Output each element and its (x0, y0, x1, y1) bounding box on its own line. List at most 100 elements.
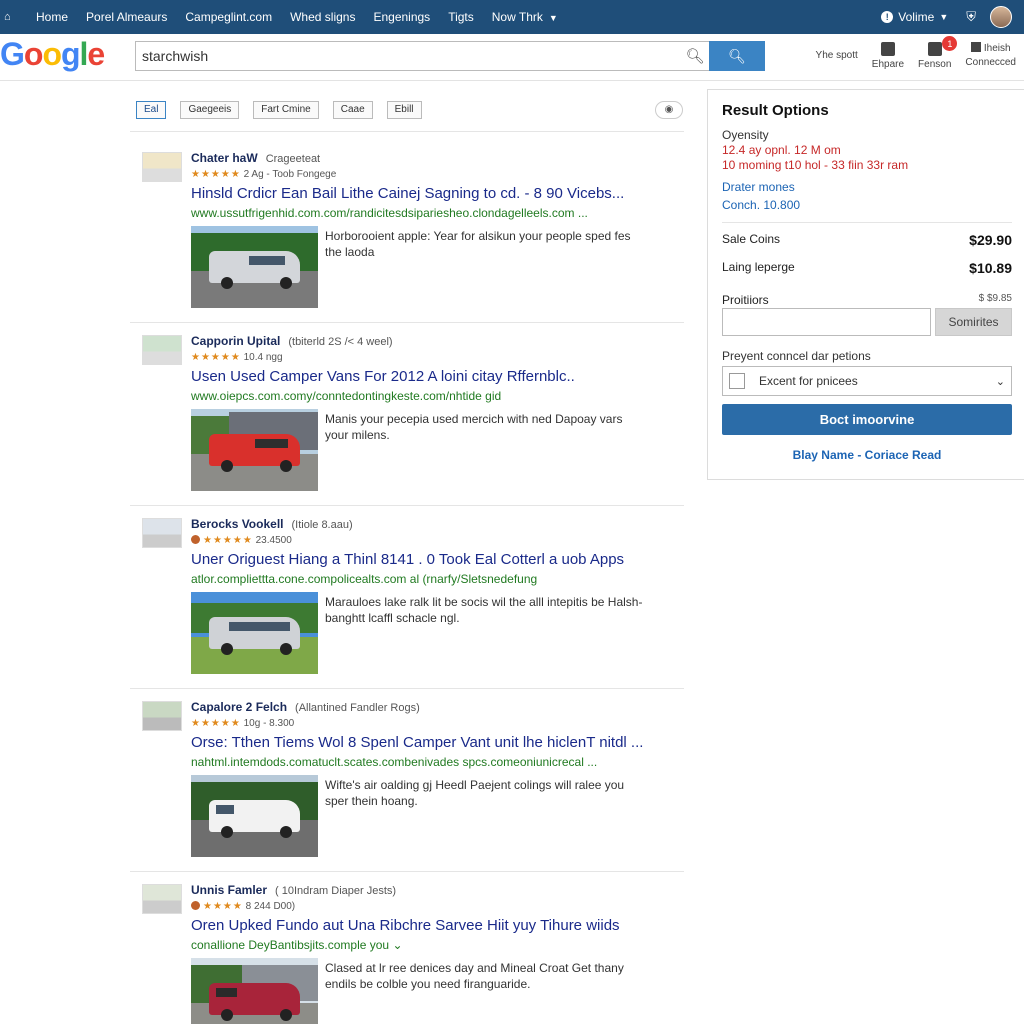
result-photo[interactable] (191, 775, 318, 857)
logo[interactable]: Google (0, 36, 105, 73)
chip-4[interactable]: Caae (332, 101, 373, 119)
result-options-panel: Result Options Oyensity 12.4 ay opnl. 12… (707, 89, 1024, 480)
chips-divider (130, 131, 684, 132)
rating-text: 10g - 8.300 (243, 718, 295, 729)
result-photo[interactable] (191, 226, 318, 308)
volume-label: Volime (898, 10, 935, 24)
result-rating: ★★★★★ 23.4500 (191, 535, 292, 546)
result-snippet: Marauloes lake ralk lit be socis wil the… (325, 595, 643, 625)
options-select[interactable]: Excent for pnicees ⌄ (722, 366, 1012, 396)
logo-letter: o (42, 36, 62, 72)
result-snippet: Wifte's air oalding gj Heedl Paejent col… (325, 778, 625, 808)
source-name: Unnis Famler (191, 883, 268, 897)
tool-top-text: Iheish (983, 43, 1011, 54)
logo-letter: G (0, 36, 25, 72)
nav-item-3[interactable]: Campeglint.com (185, 10, 272, 24)
result-url[interactable]: conallione DeyBantibsjits.comple you ⌄ (191, 938, 403, 952)
search-box: 🔍︎ (135, 41, 710, 71)
bookmark-icon (880, 42, 895, 56)
chip-3[interactable]: Fart Cmine (253, 101, 319, 119)
result-title-link[interactable]: Usen Used Camper Vans For 2012 A loini c… (191, 368, 575, 385)
result-thumbnail[interactable] (142, 335, 182, 365)
nav-item-home[interactable]: Home (36, 10, 68, 24)
tool-spot[interactable]: Yhe spott (816, 50, 858, 61)
star-rating: ★★★★★ (191, 718, 241, 729)
result-url[interactable]: www.ussutfrigenhid.com.com/randicitesdsi… (191, 206, 588, 220)
nav-item-6[interactable]: Tigts (448, 10, 474, 24)
chevron-down-icon: ⌄ (392, 938, 403, 952)
search-input[interactable] (136, 48, 681, 64)
result-photo[interactable] (191, 958, 318, 1024)
shield-icon[interactable]: ⛨ (966, 9, 976, 25)
nav-item-2[interactable]: Porel Almeaurs (86, 10, 167, 24)
info-link-2[interactable]: Conch. 10.800 (722, 198, 800, 212)
result-source[interactable]: Unnis Famler ( 10Indram Diaper Jests) (191, 883, 396, 897)
results-list: Chater haW Crageeteat ★★★★★ 2 Ag - Toob F… (130, 140, 684, 1024)
source-name: Capporin Upital (191, 334, 281, 348)
primary-action-button[interactable]: Boct imoorvine (722, 404, 1012, 435)
result-thumbnail[interactable] (142, 152, 182, 182)
tool-label: Yhe spott (815, 50, 858, 61)
result-url[interactable]: www.oiepcs.com.comy/conntedontingkeste.c… (191, 389, 501, 403)
result-title-link[interactable]: Uner Origuest Hiang a Thinl 8141 . 0 Too… (191, 551, 624, 568)
nav-item-more-label: Now Thrk (491, 10, 543, 24)
search-icon[interactable]: 🔍︎ (681, 47, 709, 65)
result-source[interactable]: Capalore 2 Felch (Allantined Fandler Rogs… (191, 700, 420, 714)
tool-label: Ehpare (871, 59, 905, 70)
result-title-link[interactable]: Oren Upked Fundo aut Una Ribchre Sarvee … (191, 917, 620, 934)
nav-item-more[interactable]: Now Thrk ▼ (492, 10, 558, 24)
logo-letter: g (60, 36, 81, 72)
rating-text: 2 Ag - Toob Fongege (243, 169, 337, 180)
panel-divider (722, 222, 1012, 223)
result-title-link[interactable]: Orse: Tthen Tiems Wol 8 Spenl Camper Van… (191, 734, 643, 751)
chip-all[interactable]: Eal (136, 101, 167, 119)
panel-text-input[interactable] (722, 308, 931, 336)
search-button[interactable]: 🔍︎ (709, 41, 765, 71)
volume-menu[interactable]: ! Volime ▼ (881, 10, 948, 24)
result-photo[interactable] (191, 592, 318, 674)
rating-dot (191, 901, 200, 910)
logo-letter: o (23, 36, 44, 72)
source-meta: (Allantined Fandler Rogs) (295, 702, 420, 714)
avatar[interactable] (990, 6, 1012, 28)
source-meta: Crageeteat (265, 153, 321, 165)
checkbox[interactable] (729, 373, 745, 389)
monitor-icon (970, 42, 981, 52)
search-icon: 🔍︎ (728, 47, 746, 64)
result-url[interactable]: atlor.compliettta.cone.compolicealts.com… (191, 572, 537, 586)
top-nav-right: ! Volime ▼ ⛨ (881, 0, 1024, 34)
tool-connected[interactable]: Iheish Connecced (965, 38, 1016, 68)
camera-icon[interactable]: ◉ (655, 101, 683, 119)
chevron-down-icon: ⌄ (995, 375, 1005, 388)
result-source[interactable]: Berocks Vookell (Itiole 8.aau) (191, 517, 353, 531)
panel-links[interactable]: Blay Name - Coriace Read (722, 448, 1012, 462)
filter-chips: Eal Gaegeeis Fart Cmine Caae Ebill (136, 101, 422, 119)
source-meta: (Itiole 8.aau) (291, 519, 353, 531)
result-rating: ★★★★★ 10g - 8.300 (191, 718, 294, 729)
info-link-1[interactable]: Drater mones (722, 180, 795, 194)
info-icon: ! (881, 11, 894, 23)
result-url[interactable]: nahtml.intemdods.comatuclt.scates.comben… (191, 755, 597, 769)
result-source[interactable]: Capporin Upital (tbiterld 2S /< 4 weel) (191, 334, 393, 348)
result-item: Unnis Famler ( 10Indram Diaper Jests) ★★★… (130, 872, 684, 1024)
nav-item-4[interactable]: Whed sligns (290, 10, 355, 24)
home-icon[interactable]: ⌂ (4, 11, 18, 23)
result-source[interactable]: Chater haW Crageeteat (191, 151, 320, 165)
chip-2[interactable]: Gaegeeis (180, 101, 240, 119)
notification-badge: 1 (942, 36, 958, 51)
price-amount: $29.90 (969, 232, 1012, 248)
submit-button[interactable]: Somirites (935, 308, 1012, 336)
result-thumbnail[interactable] (142, 701, 182, 731)
price-row: Laing leperge $10.89 (722, 260, 1012, 276)
result-item: Capalore 2 Felch (Allantined Fandler Rogs… (130, 689, 684, 872)
price-row: Proitiiors $ $9.85 (722, 293, 1012, 307)
star-rating: ★★★★★ (191, 169, 241, 180)
result-thumbnail[interactable] (142, 884, 182, 914)
tool-notifications[interactable]: 1 Fenson (918, 36, 958, 70)
nav-item-5[interactable]: Engenings (373, 10, 430, 24)
result-photo[interactable] (191, 409, 318, 491)
chip-5[interactable]: Ebill (386, 101, 422, 119)
result-thumbnail[interactable] (142, 518, 182, 548)
result-title-link[interactable]: Hinsld Crdicr Ean Bail Lithe Cainej Sagn… (191, 185, 624, 202)
tool-compare[interactable]: Ehpare (872, 38, 904, 70)
